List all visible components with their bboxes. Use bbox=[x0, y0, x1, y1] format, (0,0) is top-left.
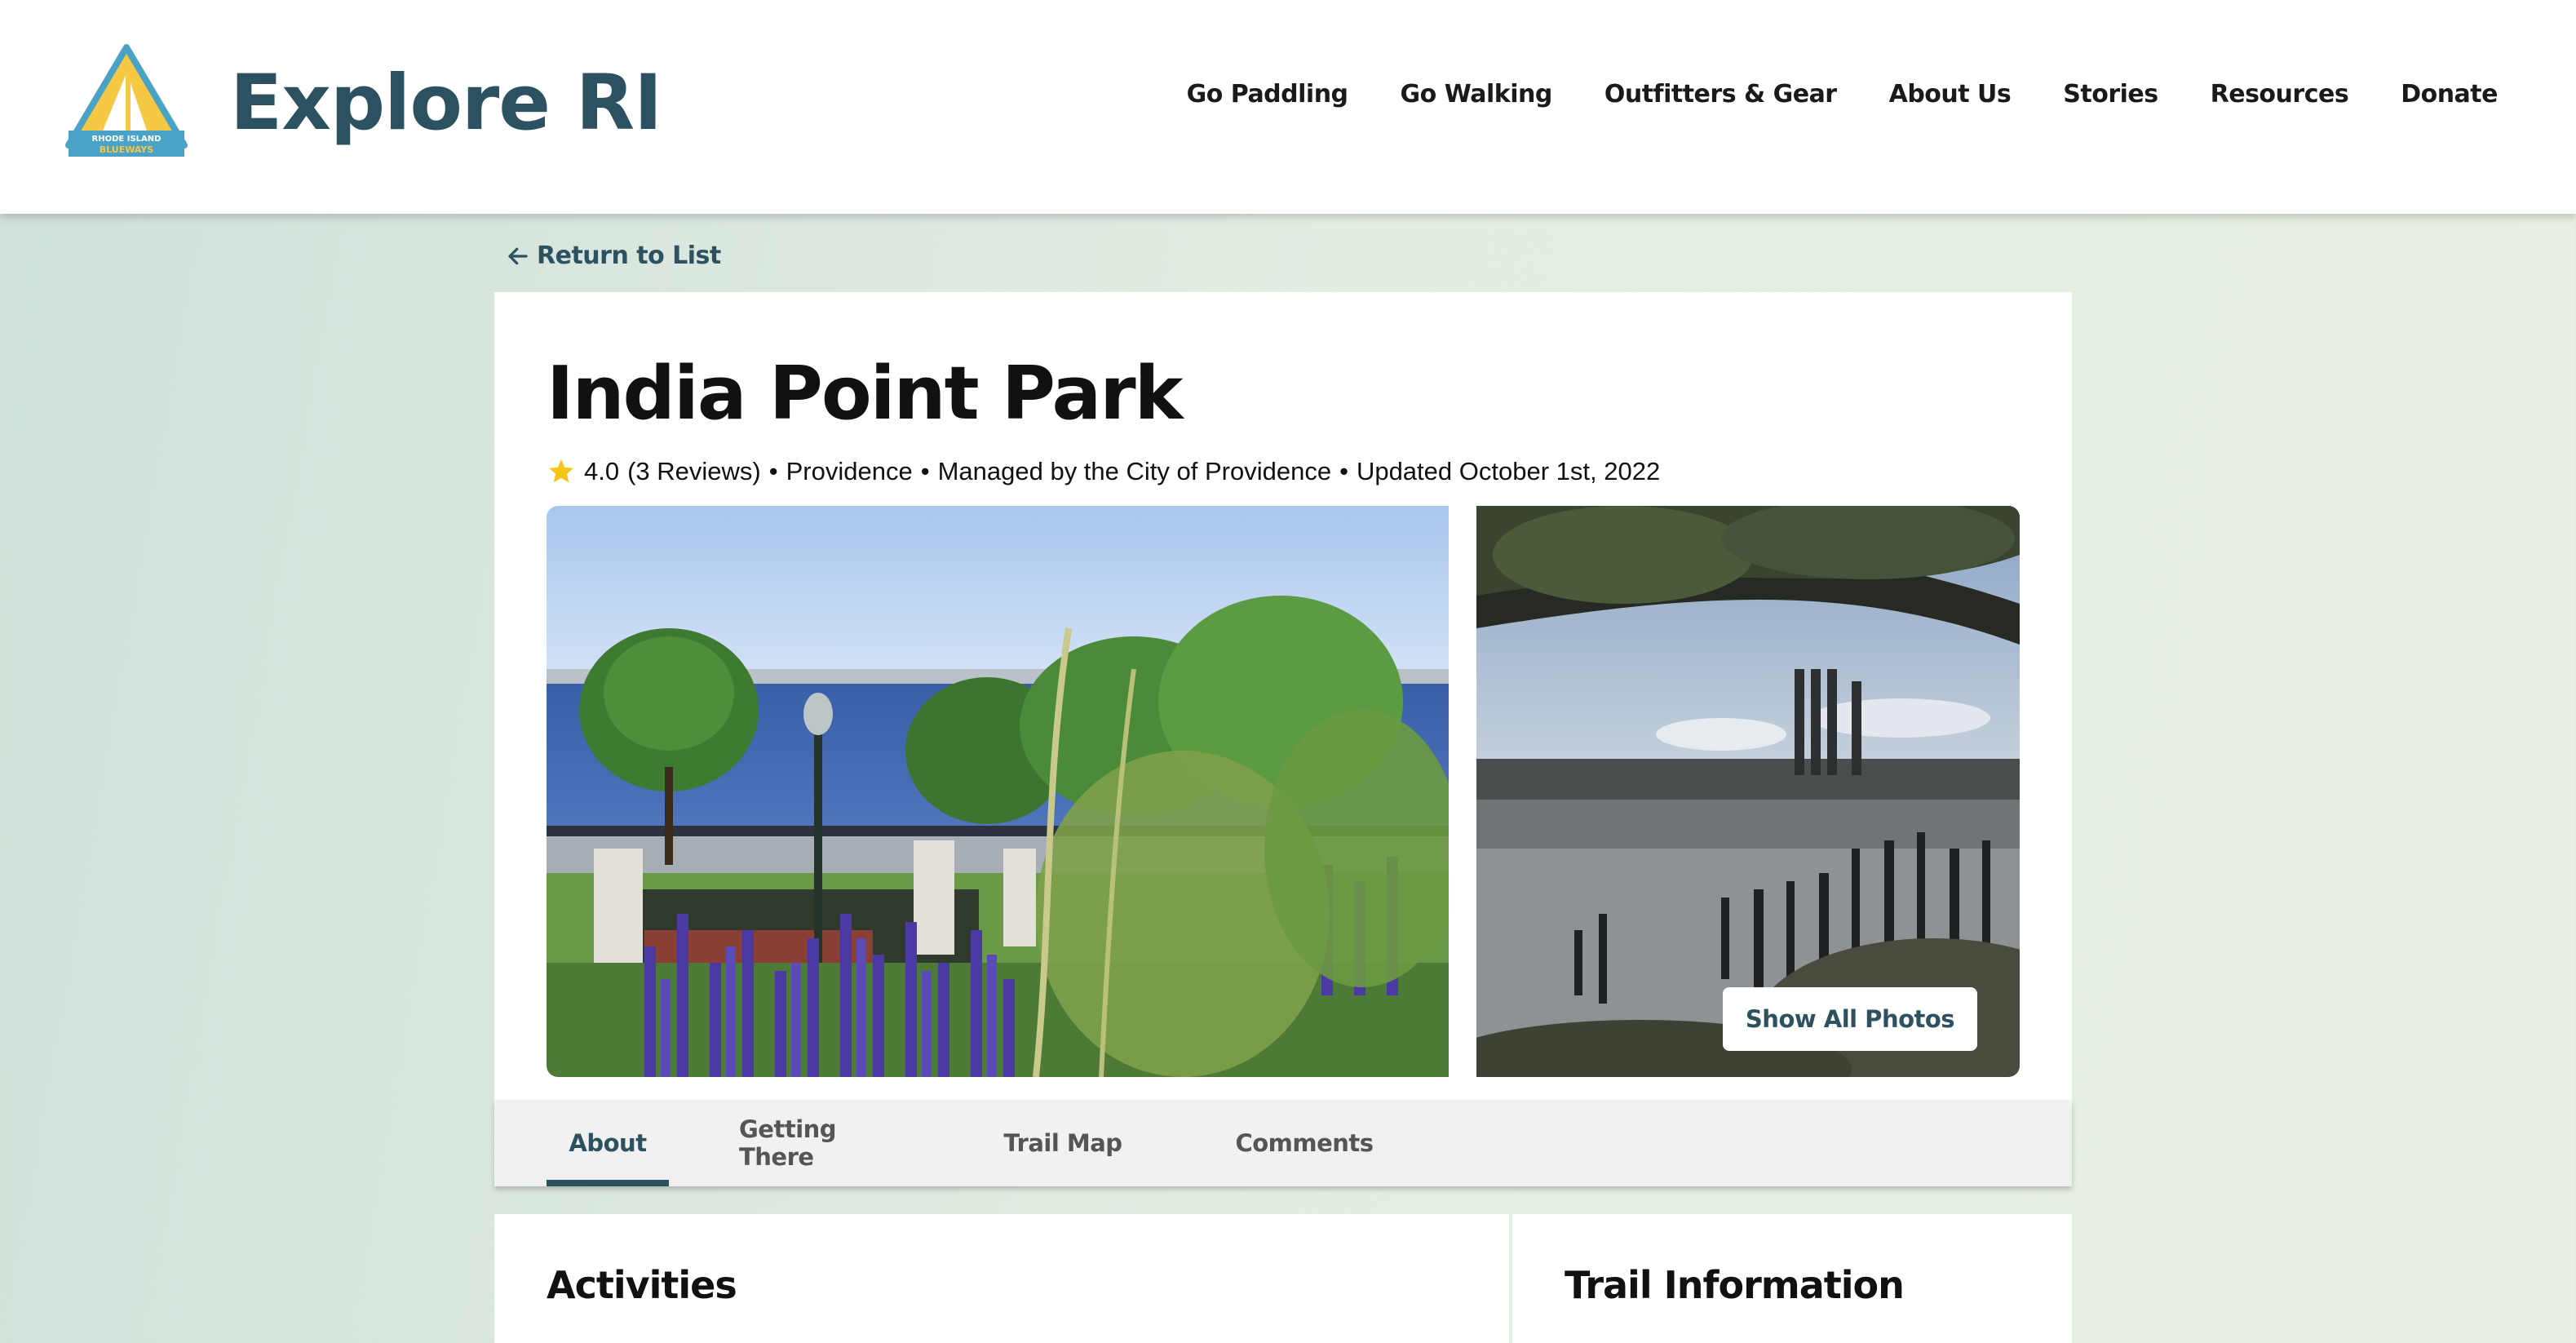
rating-value: 4.0 bbox=[584, 457, 620, 485]
waterfront-garden-photo bbox=[547, 506, 1449, 1077]
return-to-list-label: Return to List bbox=[537, 242, 721, 270]
brand-title[interactable]: Explore RI bbox=[230, 51, 662, 157]
trail-information-heading: Trail Information bbox=[1565, 1263, 1905, 1307]
show-all-photos-button[interactable]: Show All Photos bbox=[1723, 987, 1977, 1051]
meta-separator: • bbox=[920, 457, 930, 485]
updated-date: Updated October 1st, 2022 bbox=[1356, 457, 1661, 485]
nav-stories[interactable]: Stories bbox=[2063, 80, 2158, 109]
detail-tabs: About Getting There Trail Map Comments bbox=[494, 1100, 2072, 1186]
activities-section: Activities bbox=[494, 1214, 1509, 1343]
trail-information-section: Trail Information bbox=[1512, 1214, 2072, 1343]
blueways-logo[interactable]: RHODE ISLAND BLUEWAYS bbox=[65, 42, 188, 165]
star-icon bbox=[549, 459, 573, 483]
nav-resources[interactable]: Resources bbox=[2211, 80, 2349, 109]
nav-donate[interactable]: Donate bbox=[2401, 80, 2498, 109]
page-title: India Point Park bbox=[547, 351, 1183, 437]
tab-about[interactable]: About bbox=[547, 1100, 669, 1186]
park-manager: Managed by the City of Providence bbox=[937, 457, 1332, 485]
meta-separator: • bbox=[1339, 457, 1348, 485]
return-to-list-link[interactable]: Return to List bbox=[506, 242, 721, 270]
tab-trail-map[interactable]: Trail Map bbox=[994, 1100, 1132, 1186]
nav-outfitters-gear[interactable]: Outfitters & Gear bbox=[1604, 80, 1837, 109]
activities-heading: Activities bbox=[547, 1263, 737, 1307]
review-count[interactable]: (3 Reviews) bbox=[627, 457, 761, 486]
tab-getting-there[interactable]: Getting There bbox=[739, 1100, 918, 1186]
main-nav: Go Paddling Go Walking Outfitters & Gear… bbox=[1187, 80, 2499, 109]
photo-main[interactable] bbox=[547, 506, 1449, 1077]
arrow-left-icon bbox=[508, 247, 528, 264]
site-header: RHODE ISLAND BLUEWAYS Explore RI Go Padd… bbox=[0, 0, 2576, 214]
logo-text-top: RHODE ISLAND bbox=[92, 135, 162, 144]
park-location: Providence bbox=[786, 457, 913, 485]
nav-about-us[interactable]: About Us bbox=[1889, 80, 2012, 109]
park-meta: 4.0 (3 Reviews) • Providence • Managed b… bbox=[547, 457, 1660, 486]
tab-comments[interactable]: Comments bbox=[1235, 1100, 1374, 1186]
nav-go-walking[interactable]: Go Walking bbox=[1401, 80, 1553, 109]
meta-separator: • bbox=[768, 457, 778, 485]
nav-go-paddling[interactable]: Go Paddling bbox=[1187, 80, 1348, 109]
park-detail-card: India Point Park 4.0 (3 Reviews) • Provi… bbox=[494, 292, 2072, 1100]
logo-text-bottom: BLUEWAYS bbox=[100, 144, 154, 155]
sailboat-logo-icon: RHODE ISLAND BLUEWAYS bbox=[65, 44, 188, 157]
